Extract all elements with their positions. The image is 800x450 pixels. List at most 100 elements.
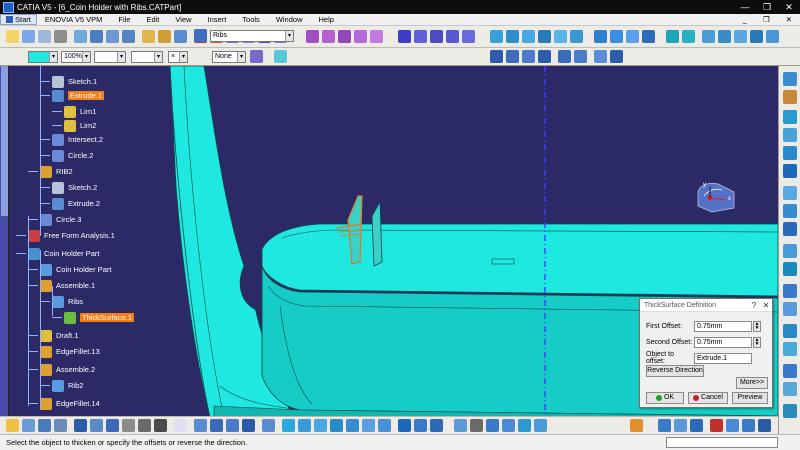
menu-file[interactable]: File bbox=[110, 14, 138, 26]
restore-button[interactable]: ❐ bbox=[756, 0, 778, 14]
tool-icon[interactable] bbox=[702, 30, 715, 43]
thickness-combo[interactable]: ▾ bbox=[131, 51, 163, 63]
tool-icon[interactable] bbox=[54, 30, 67, 43]
tool-icon[interactable] bbox=[783, 342, 797, 356]
menu-view[interactable]: View bbox=[167, 14, 199, 26]
preview-button[interactable]: Preview bbox=[732, 392, 768, 404]
tool-icon[interactable] bbox=[658, 419, 671, 432]
menu-start[interactable]: Start bbox=[0, 14, 37, 25]
tool-icon[interactable] bbox=[6, 30, 19, 43]
tool-icon[interactable] bbox=[194, 419, 207, 432]
tool-icon[interactable] bbox=[298, 419, 311, 432]
dialog-title-bar[interactable]: ThickSurface Definition ? ✕ bbox=[640, 299, 772, 312]
tool-icon[interactable] bbox=[783, 204, 797, 218]
compass-widget[interactable]: y x bbox=[690, 178, 740, 218]
tool-icon[interactable] bbox=[106, 30, 119, 43]
tree-node[interactable]: RIB2 bbox=[40, 164, 73, 179]
tool-icon[interactable] bbox=[783, 262, 797, 276]
tool-icon[interactable] bbox=[6, 419, 19, 432]
tool-icon[interactable] bbox=[74, 30, 87, 43]
tool-icon[interactable] bbox=[74, 419, 87, 432]
transparency-combo[interactable]: 100% ▾ bbox=[61, 51, 91, 63]
tree-node[interactable]: Circle.3 bbox=[40, 212, 81, 227]
tool-icon[interactable] bbox=[414, 30, 427, 43]
child-close-button[interactable]: ✕ bbox=[778, 14, 800, 26]
tree-node[interactable]: ThickSurface.1 bbox=[64, 310, 135, 325]
tool-icon[interactable] bbox=[783, 72, 797, 86]
tool-icon[interactable] bbox=[226, 419, 239, 432]
tool-icon[interactable] bbox=[558, 50, 571, 63]
tool-icon[interactable] bbox=[783, 364, 797, 378]
tool-icon[interactable] bbox=[330, 419, 343, 432]
tool-icon[interactable] bbox=[38, 30, 51, 43]
tool-icon[interactable] bbox=[783, 110, 797, 124]
tool-icon[interactable] bbox=[626, 30, 639, 43]
tool-icon[interactable] bbox=[274, 50, 287, 63]
tool-icon[interactable] bbox=[470, 419, 483, 432]
tree-node[interactable]: Assemble.2 bbox=[40, 362, 95, 377]
point-combo[interactable]: × ▾ bbox=[168, 51, 188, 63]
tool-icon[interactable] bbox=[490, 50, 503, 63]
color-combo[interactable]: ▾ bbox=[28, 51, 58, 63]
command-input[interactable] bbox=[666, 437, 778, 448]
tool-icon[interactable] bbox=[414, 419, 427, 432]
painter-icon[interactable] bbox=[250, 50, 263, 63]
tool-icon[interactable] bbox=[783, 222, 797, 236]
tool-icon[interactable] bbox=[610, 30, 623, 43]
second-offset-spinner[interactable]: ▲ ▼ bbox=[753, 337, 761, 348]
tool-icon[interactable] bbox=[346, 419, 359, 432]
help-button[interactable]: ? bbox=[748, 301, 760, 310]
tool-icon[interactable] bbox=[690, 419, 703, 432]
tree-node[interactable]: Lim2 bbox=[64, 118, 96, 133]
tool-icon[interactable] bbox=[783, 164, 797, 178]
minimize-button[interactable]: — bbox=[734, 0, 756, 14]
tool-icon[interactable] bbox=[490, 30, 503, 43]
tool-icon[interactable] bbox=[783, 244, 797, 258]
tool-icon[interactable] bbox=[430, 419, 443, 432]
tool-icon[interactable] bbox=[322, 30, 335, 43]
tool-icon[interactable] bbox=[378, 419, 391, 432]
tool-icon[interactable] bbox=[783, 128, 797, 142]
tool-icon[interactable] bbox=[783, 324, 797, 338]
tool-icon[interactable] bbox=[362, 419, 375, 432]
tree-node[interactable]: EdgeFillet.14 bbox=[40, 396, 100, 411]
close-button[interactable]: ✕ bbox=[778, 0, 800, 14]
tool-icon[interactable] bbox=[538, 30, 551, 43]
tool-icon[interactable] bbox=[522, 50, 535, 63]
tree-scroll-bar[interactable] bbox=[0, 66, 9, 434]
tree-node[interactable]: Draft.1 bbox=[40, 328, 79, 343]
tool-icon[interactable] bbox=[398, 30, 411, 43]
tool-icon[interactable] bbox=[106, 419, 119, 432]
tool-icon[interactable] bbox=[242, 419, 255, 432]
tree-node[interactable]: Extrude.2 bbox=[52, 196, 100, 211]
tool-icon[interactable] bbox=[462, 30, 475, 43]
tool-icon[interactable] bbox=[370, 30, 383, 43]
tool-icon[interactable] bbox=[718, 30, 731, 43]
tool-icon[interactable] bbox=[22, 419, 35, 432]
tool-icon[interactable] bbox=[122, 30, 135, 43]
tool-icon[interactable] bbox=[314, 419, 327, 432]
tool-icon[interactable] bbox=[138, 419, 151, 432]
tool-icon[interactable] bbox=[594, 50, 607, 63]
tool-icon[interactable] bbox=[734, 30, 747, 43]
tool-icon[interactable] bbox=[306, 30, 319, 43]
tree-node[interactable]: Sketch.2 bbox=[52, 180, 97, 195]
tree-node[interactable]: Coin Holder Part bbox=[40, 262, 111, 277]
linetype-combo[interactable]: ▾ bbox=[94, 51, 126, 63]
tool-icon[interactable] bbox=[642, 30, 655, 43]
first-offset-spinner[interactable]: ▲ ▼ bbox=[753, 321, 761, 332]
menu-enovia[interactable]: ENOVIA V5 VPM bbox=[37, 14, 111, 26]
tree-node[interactable]: Ribs bbox=[52, 294, 83, 309]
menu-tools[interactable]: Tools bbox=[234, 14, 268, 26]
tool-icon[interactable] bbox=[554, 30, 567, 43]
first-offset-field[interactable]: 0.75mm bbox=[694, 321, 752, 332]
tree-node[interactable]: Lim1 bbox=[64, 104, 96, 119]
tool-icon[interactable] bbox=[682, 30, 695, 43]
tool-icon[interactable] bbox=[783, 90, 797, 104]
menu-insert[interactable]: Insert bbox=[200, 14, 235, 26]
specification-tree[interactable]: Sketch.1 Extrude.1 Lim1 Lim2 Intersect.2 Circ… bbox=[0, 66, 300, 434]
tool-icon[interactable] bbox=[666, 30, 679, 43]
tool-icon[interactable] bbox=[783, 284, 797, 298]
second-offset-field[interactable]: 0.75mm bbox=[694, 337, 752, 348]
tool-icon[interactable] bbox=[502, 419, 515, 432]
